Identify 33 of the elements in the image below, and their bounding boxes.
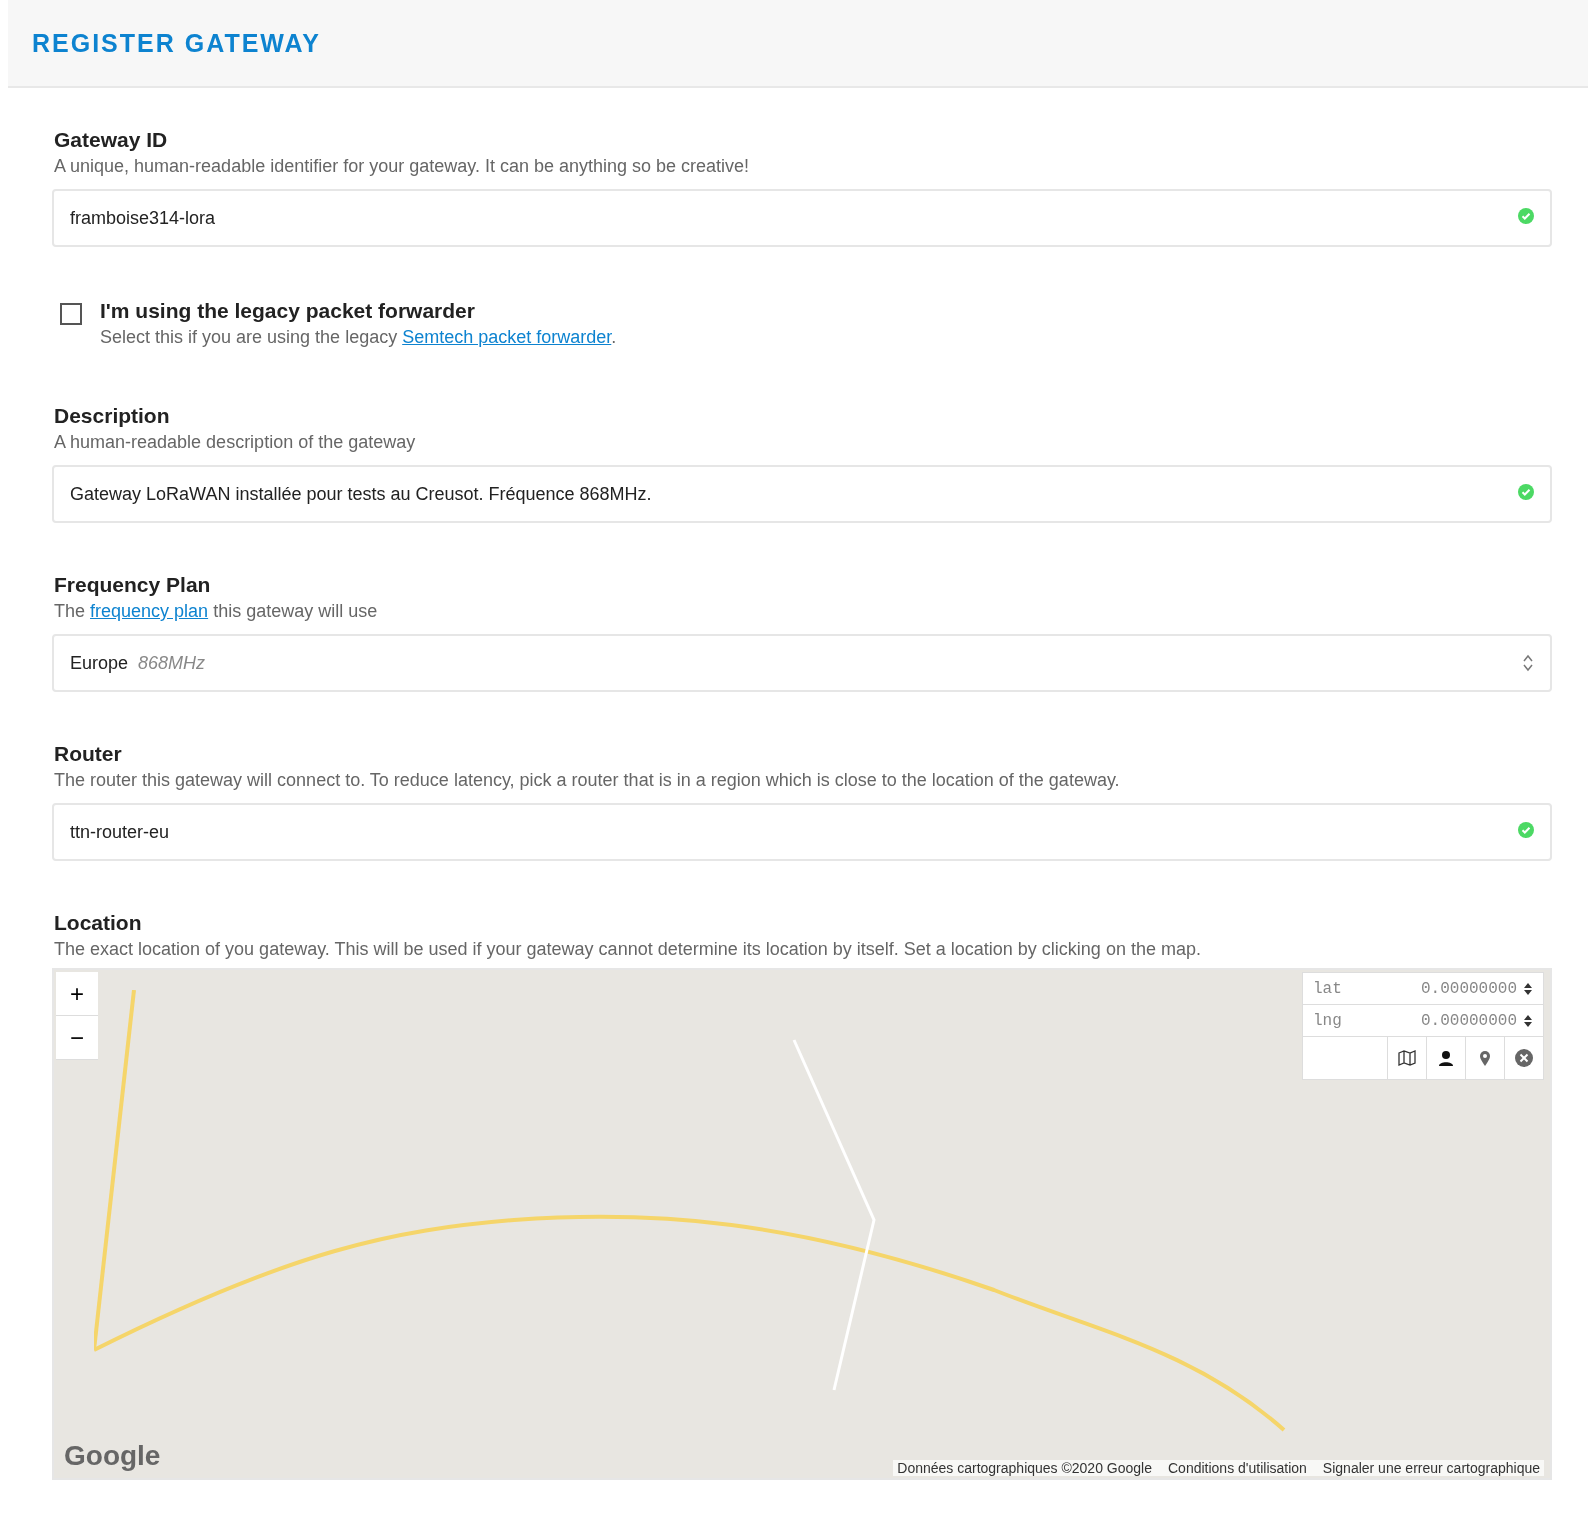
valid-check-icon bbox=[1518, 821, 1534, 838]
description-input[interactable]: Gateway LoRaWAN installée pour tests au Creusot. Fréquence 868MHz. bbox=[52, 465, 1552, 523]
gateway-id-input[interactable]: framboise314-lora bbox=[52, 189, 1552, 247]
map-logo: Google bbox=[64, 1440, 161, 1472]
valid-check-icon bbox=[1518, 483, 1534, 500]
semtech-link[interactable]: Semtech packet forwarder bbox=[402, 327, 612, 347]
router-input[interactable]: ttn-router-eu bbox=[52, 803, 1552, 861]
field-help: The exact location of you gateway. This will be used if your gateway cannot determine its location by itself. Set a location by clicking on the map. bbox=[54, 939, 1202, 960]
field-help: A human-readable description of the gateway bbox=[54, 432, 417, 453]
checkbox[interactable] bbox=[60, 303, 82, 325]
valid-check-icon bbox=[1518, 207, 1534, 224]
coordinate-label: lng bbox=[1313, 1011, 1342, 1030]
field-label: Location bbox=[54, 911, 143, 935]
field-help: The router this gateway will connect to. To reduce latency, pick a router that is in a region which is close to the location of the gateway. bbox=[54, 770, 1121, 791]
map-link[interactable]: Signaler une erreur cartographique bbox=[1322, 1460, 1540, 1476]
frequency-plan-link[interactable]: frequency plan bbox=[90, 601, 209, 621]
field-label: Frequency Plan bbox=[54, 573, 212, 597]
coordinate-input[interactable]: 0.00000000 bbox=[1341, 978, 1519, 999]
field-help: A unique, human-readable identifier for your gateway. It can be anything so be creative! bbox=[54, 156, 751, 177]
coordinate-input[interactable]: 0.00000000 bbox=[1341, 1010, 1519, 1031]
checkbox-help: Select this if you are using the legacy Semtech packet forwarder. bbox=[100, 327, 617, 348]
checkbox-label: I'm using the legacy packet forwarder bbox=[100, 299, 476, 323]
select-arrows-icon bbox=[1522, 653, 1534, 673]
field-label: Router bbox=[54, 742, 123, 766]
page-title: REGISTER GATEWAY bbox=[32, 28, 321, 58]
map[interactable]: Google + − lat 0.00000000 lng 0.00000000 Données cartographiques ©2020 Google Conditions d'utilisation Signaler une erreur cartographique bbox=[52, 968, 1552, 1480]
map-attribution: Données cartographiques ©2020 Google bbox=[897, 1460, 1152, 1476]
field-help: The frequency plan this gateway will use bbox=[54, 601, 379, 622]
coordinate-label: lat bbox=[1313, 979, 1342, 998]
frequency-plan-select[interactable]: Europe 868MHz bbox=[52, 634, 1552, 692]
field-label: Gateway ID bbox=[54, 128, 169, 152]
map-link[interactable]: Conditions d'utilisation bbox=[1168, 1460, 1307, 1476]
field-label: Description bbox=[54, 404, 171, 428]
